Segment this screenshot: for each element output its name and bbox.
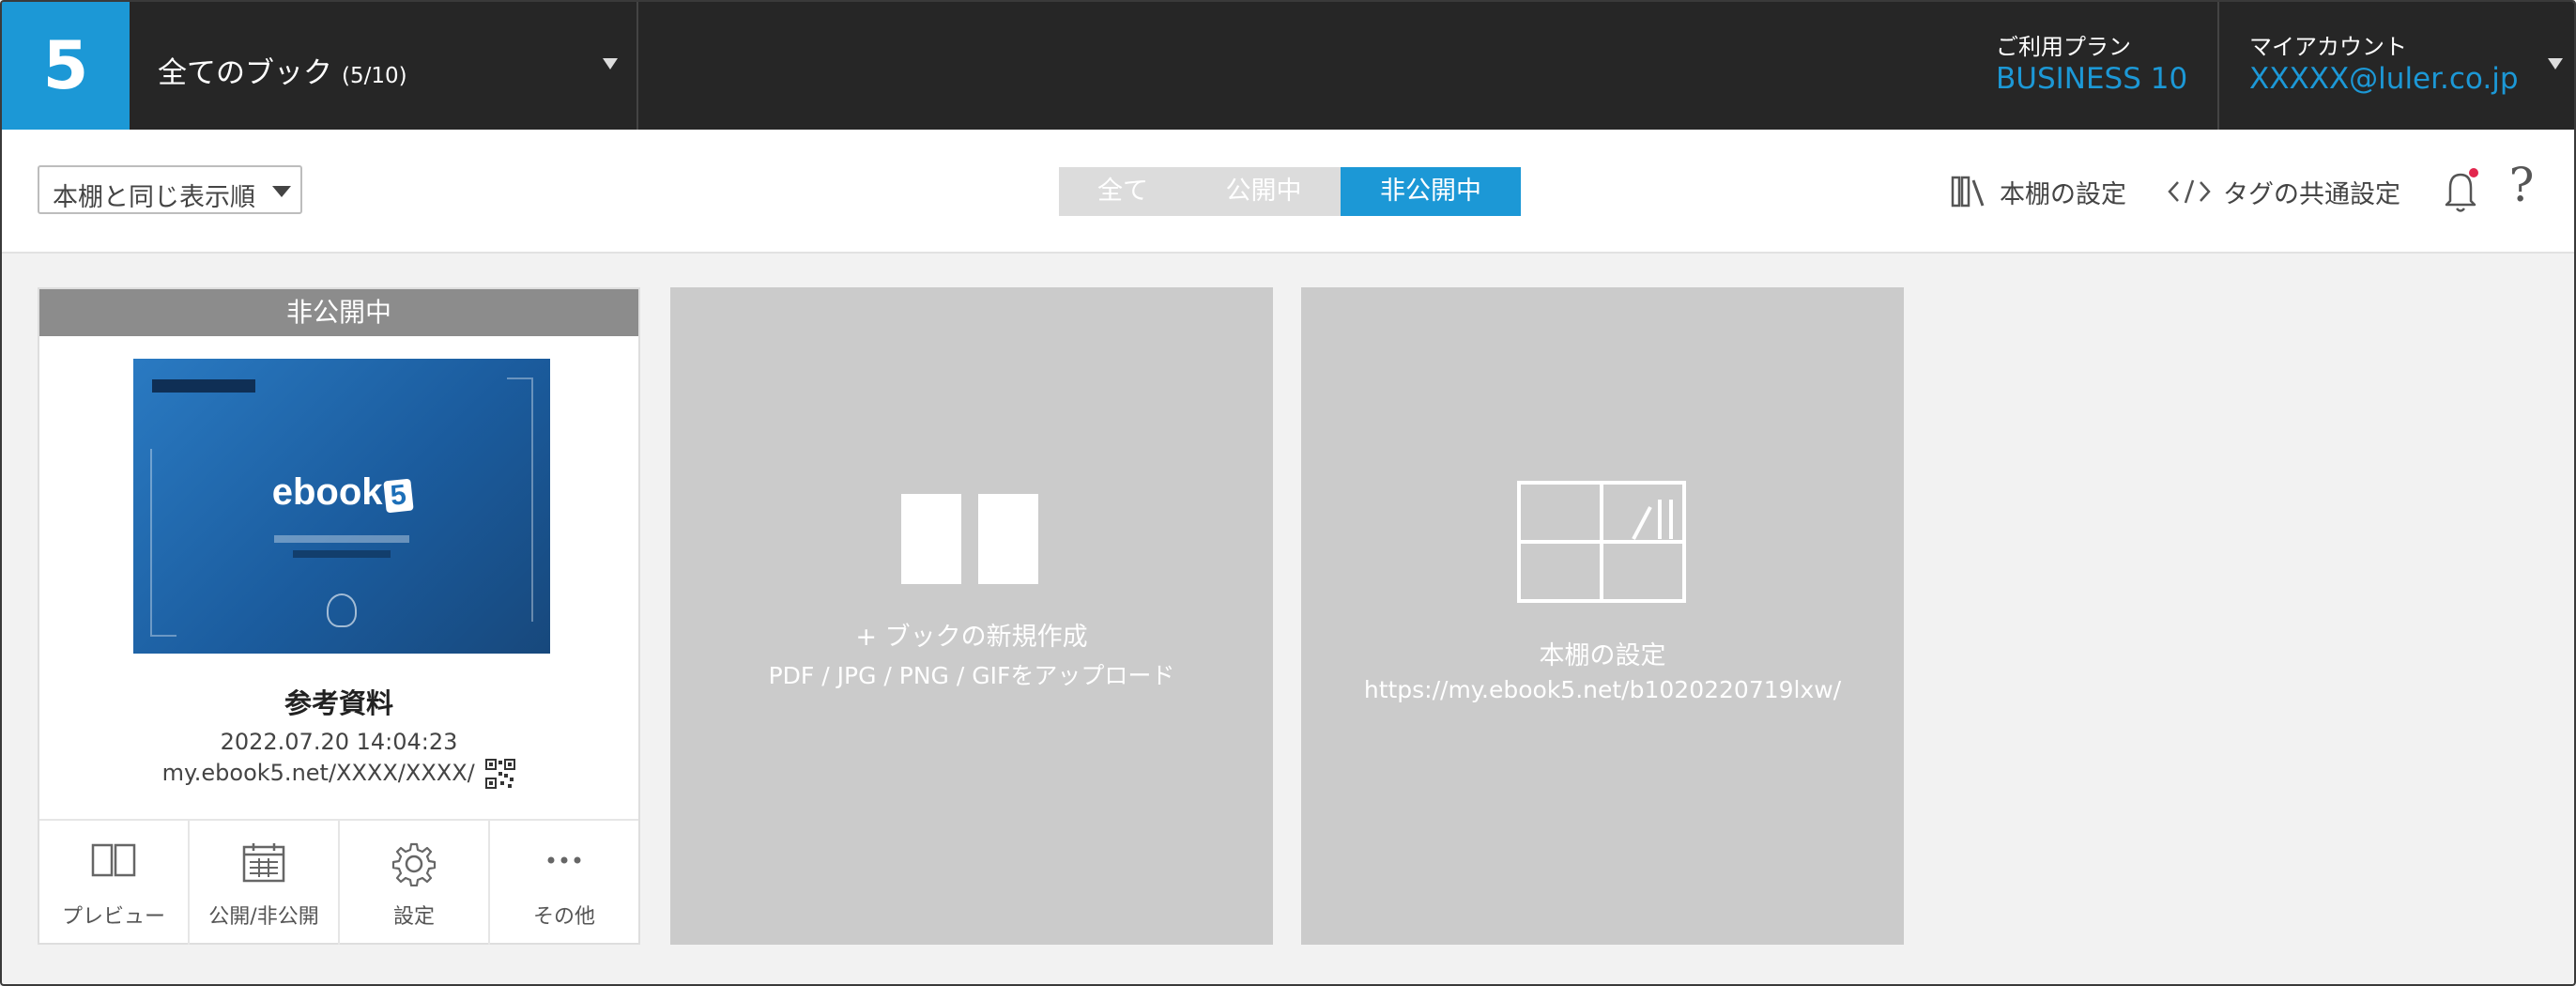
book-title[interactable]: 参考資料 <box>39 682 638 721</box>
plan-info: ご利用プラン BUSINESS 10 <box>1996 2 2217 130</box>
book-actions: プレビュー 公開/非公開 設定 その他 <box>39 819 638 945</box>
account-menu[interactable]: マイアカウント XXXXX@luler.co.jp <box>2217 2 2574 130</box>
plan-value[interactable]: BUSINESS 10 <box>1996 62 2187 96</box>
book-selector-text: 全てのブック <box>158 56 332 90</box>
chevron-down-icon <box>2548 58 2563 69</box>
code-tag-icon <box>2167 177 2212 206</box>
ebook5-logo[interactable]: 5 <box>2 2 130 130</box>
book-cover-thumbnail[interactable]: ebook 5 <box>133 359 550 654</box>
book-selector[interactable]: 全てのブック (5/10) <box>130 2 638 130</box>
book-url[interactable]: my.ebook5.net/XXXX/XXXX/ <box>162 760 475 786</box>
qr-code-icon[interactable] <box>485 759 516 789</box>
bookshelf-icon <box>1517 481 1686 607</box>
more-button[interactable]: その他 <box>490 821 638 945</box>
visibility-filter: 全て 公開中 非公開中 <box>1059 167 1521 216</box>
cover-brand-text: ebook <box>271 471 383 513</box>
book-count: (5/10) <box>342 64 407 88</box>
caret-down-icon <box>272 186 291 197</box>
app-window: 5 全てのブック (5/10) ご利用プラン BUSINESS 10 マイアカウン… <box>0 0 2576 986</box>
shelf-settings-label: 本棚の設定 <box>2000 179 2126 209</box>
gear-icon <box>391 841 437 890</box>
book-selector-label: 全てのブック (5/10) <box>158 49 407 91</box>
settings-label: 設定 <box>392 905 435 929</box>
publish-toggle-label: 公開/非公開 <box>208 905 319 929</box>
bell-icon[interactable] <box>2437 165 2484 218</box>
tab-all[interactable]: 全て <box>1059 167 1187 216</box>
shelf-settings-card[interactable]: 本棚の設定 https://my.ebook5.net/b1020220719l… <box>1301 287 1904 945</box>
more-label: その他 <box>532 905 595 929</box>
account-caption: マイアカウント <box>2249 34 2407 60</box>
cover-logo: ebook 5 <box>133 471 550 514</box>
mascot-icon <box>327 593 357 627</box>
status-badge: 非公開中 <box>39 289 638 336</box>
preview-icon <box>90 841 137 883</box>
tab-private[interactable]: 非公開中 <box>1341 167 1521 216</box>
cover-subtitle-bar <box>274 535 409 543</box>
sort-order-select[interactable]: 本棚と同じ表示順 <box>38 165 302 214</box>
shelf-settings-link[interactable]: 本棚の設定 <box>1951 167 2126 216</box>
preview-button[interactable]: プレビュー <box>39 821 190 945</box>
shelf-url: https://my.ebook5.net/b1020220719lxw/ <box>1363 676 1842 703</box>
sort-order-value: 本棚と同じ表示順 <box>53 183 255 212</box>
book-card: 非公開中 ebook 5 参考資料 2022.07.20 14:04:23 my.… <box>38 287 640 945</box>
top-bar: 5 全てのブック (5/10) ご利用プラン BUSINESS 10 マイアカウン… <box>2 2 2574 130</box>
unread-dot <box>2469 168 2478 177</box>
shelf-settings-title: 本棚の設定 <box>1539 641 1666 670</box>
help-button[interactable]: ? <box>2503 158 2540 214</box>
tag-settings-link[interactable]: タグの共通設定 <box>2167 167 2400 216</box>
new-book-subtitle: PDF / JPG / PNG / GIFをアップロード <box>768 662 1175 689</box>
more-icon <box>541 841 588 883</box>
cover-tag <box>152 379 255 393</box>
settings-button[interactable]: 設定 <box>340 821 490 945</box>
publish-toggle-button[interactable]: 公開/非公開 <box>190 821 340 945</box>
tab-public[interactable]: 公開中 <box>1187 167 1341 216</box>
toolbar: 本棚と同じ表示順 全て 公開中 非公開中 本棚の設定 タグの共通設定 ? <box>2 130 2574 254</box>
plan-caption: ご利用プラン <box>1996 34 2131 60</box>
chevron-down-icon <box>603 58 618 69</box>
calendar-icon <box>240 841 287 888</box>
cover-subtitle-bar <box>293 550 391 558</box>
book-date: 2022.07.20 14:04:23 <box>220 729 458 755</box>
preview-label: プレビュー <box>61 905 165 929</box>
new-book-title: + ブックの新規作成 <box>855 623 1088 652</box>
books-icon <box>1951 175 1988 208</box>
cover-brand-number: 5 <box>382 478 413 514</box>
book-url-row: my.ebook5.net/XXXX/XXXX/ <box>39 759 638 789</box>
new-book-card[interactable]: + ブックの新規作成 PDF / JPG / PNG / GIFをアップロード <box>670 287 1273 945</box>
open-book-icon <box>901 494 1042 584</box>
account-email: XXXXX@luler.co.jp <box>2249 62 2519 96</box>
tag-settings-label: タグの共通設定 <box>2223 179 2400 209</box>
